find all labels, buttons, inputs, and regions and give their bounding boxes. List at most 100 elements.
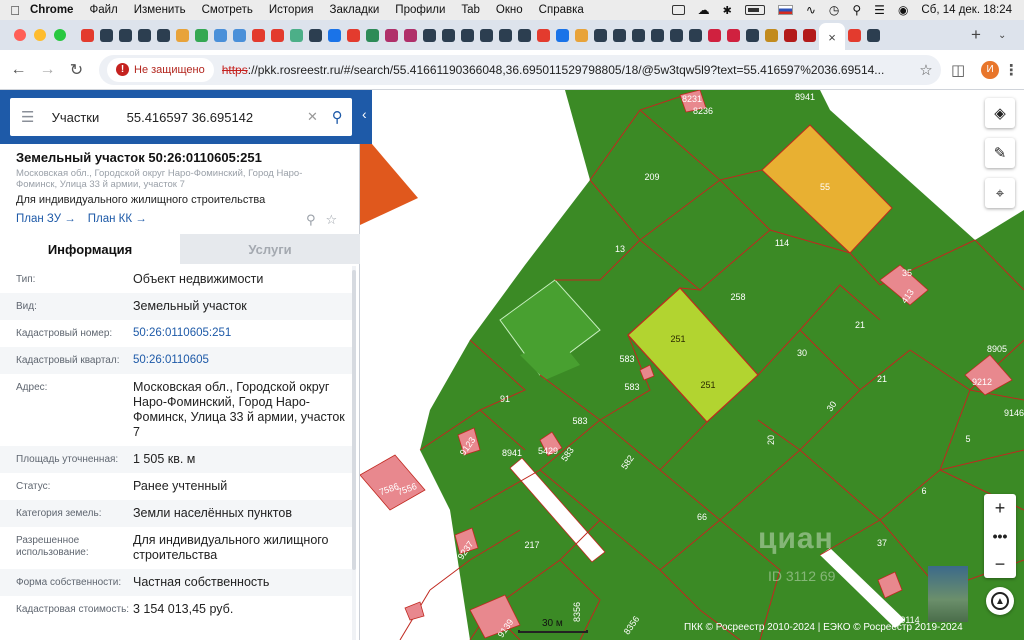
browser-tab[interactable]	[515, 22, 534, 48]
app-name-menu[interactable]: Chrome	[30, 4, 73, 16]
control-center-icon[interactable]: ☰	[874, 3, 885, 17]
close-tab-icon[interactable]: ×	[828, 30, 836, 45]
menu-history[interactable]: История	[269, 4, 314, 16]
browser-menu-icon[interactable]: ⋮	[999, 61, 1024, 79]
zoom-in-button[interactable]: +	[984, 494, 1016, 522]
browser-tab[interactable]	[382, 22, 401, 48]
menu-edit[interactable]: Изменить	[134, 4, 186, 16]
browser-tab[interactable]	[97, 22, 116, 48]
zoom-window-button[interactable]	[54, 29, 66, 41]
browser-tab[interactable]	[78, 22, 97, 48]
menu-view[interactable]: Смотреть	[202, 4, 253, 16]
close-window-button[interactable]	[14, 29, 26, 41]
browser-tab[interactable]	[287, 22, 306, 48]
browser-tab[interactable]	[686, 22, 705, 48]
forward-arrow-icon[interactable]: →	[33, 61, 62, 79]
browser-tab[interactable]	[610, 22, 629, 48]
browser-tab[interactable]	[743, 22, 762, 48]
tab-services[interactable]: Услуги	[180, 234, 360, 264]
layers-icon[interactable]: ◈	[985, 98, 1015, 128]
browser-tab[interactable]	[458, 22, 477, 48]
battery-icon[interactable]	[744, 5, 765, 15]
zoom-more-icon[interactable]: •••	[984, 522, 1016, 550]
ruler-icon[interactable]: ✎	[985, 138, 1015, 168]
bookmark-star-icon[interactable]: ☆	[919, 61, 932, 79]
browser-tab[interactable]	[306, 22, 325, 48]
browser-tab[interactable]	[401, 22, 420, 48]
browser-tab[interactable]	[135, 22, 154, 48]
extensions-puzzle-icon[interactable]: ◫	[941, 61, 976, 79]
browser-tab[interactable]	[864, 22, 883, 48]
plan-zu-link[interactable]: План ЗУ →	[16, 213, 76, 225]
bluetooth-icon[interactable]: ✱	[723, 4, 732, 17]
wifi-icon[interactable]: ∿	[806, 3, 816, 17]
geolocation-icon[interactable]: ⌖	[985, 178, 1015, 208]
collapse-panel-chevron-icon[interactable]: ‹	[362, 106, 367, 122]
browser-tab[interactable]	[553, 22, 572, 48]
browser-tab[interactable]	[845, 22, 864, 48]
panel-scroll-thumb[interactable]	[352, 270, 356, 570]
browser-tab[interactable]	[192, 22, 211, 48]
search-input[interactable]	[126, 109, 303, 125]
compass-icon[interactable]: ▲	[986, 587, 1014, 615]
browser-tab[interactable]	[420, 22, 439, 48]
search-type-select[interactable]: Участки	[46, 110, 127, 125]
menu-file[interactable]: Файл	[89, 4, 117, 16]
time-machine-icon[interactable]: ◷	[829, 3, 839, 17]
new-tab-button[interactable]: +	[964, 25, 988, 45]
browser-tab[interactable]	[724, 22, 743, 48]
browser-tab[interactable]	[477, 22, 496, 48]
menu-help[interactable]: Справка	[539, 4, 584, 16]
zoom-to-parcel-icon[interactable]: ⚲	[306, 212, 316, 228]
browser-tab[interactable]	[705, 22, 724, 48]
clear-search-icon[interactable]: ✕	[303, 109, 323, 125]
minimize-window-button[interactable]	[34, 29, 46, 41]
info-row-value[interactable]: 50:26:0110605:251	[133, 320, 352, 347]
tab-search-chevron-icon[interactable]: ⌄	[998, 30, 1016, 41]
menu-profiles[interactable]: Профили	[395, 4, 445, 16]
browser-tab[interactable]	[781, 22, 800, 48]
favorite-star-icon[interactable]: ☆	[326, 212, 338, 228]
reload-icon[interactable]: ↻	[62, 60, 91, 80]
search-spotlight-icon[interactable]: ⚲	[852, 3, 861, 17]
menu-tab[interactable]: Tab	[461, 4, 480, 16]
back-arrow-icon[interactable]: ←	[4, 61, 33, 79]
browser-tab[interactable]	[344, 22, 363, 48]
browser-tab[interactable]	[800, 22, 819, 48]
browser-tab[interactable]	[249, 22, 268, 48]
browser-tab[interactable]	[439, 22, 458, 48]
browser-tab[interactable]	[762, 22, 781, 48]
browser-tab[interactable]	[230, 22, 249, 48]
browser-tab[interactable]	[211, 22, 230, 48]
url-text[interactable]: https://pkk.rosreestr.ru/#/search/55.416…	[222, 63, 911, 77]
menu-hamburger-icon[interactable]: ☰	[10, 108, 46, 126]
tab-information[interactable]: Информация	[0, 234, 180, 264]
browser-tab[interactable]	[667, 22, 686, 48]
zoom-out-button[interactable]: −	[984, 550, 1016, 578]
browser-tab[interactable]	[534, 22, 553, 48]
browser-tab[interactable]	[116, 22, 135, 48]
browser-tab[interactable]	[496, 22, 515, 48]
browser-tab[interactable]	[648, 22, 667, 48]
browser-tab[interactable]	[268, 22, 287, 48]
browser-tab[interactable]	[572, 22, 591, 48]
menu-window[interactable]: Окно	[496, 4, 523, 16]
satellite-layer-thumbnail[interactable]	[928, 566, 968, 622]
plan-kk-link[interactable]: План КК →	[88, 213, 147, 225]
address-bar[interactable]: ! Не защищено https://pkk.rosreestr.ru/#…	[99, 54, 941, 85]
browser-tab[interactable]	[325, 22, 344, 48]
info-row-value[interactable]: 50:26:0110605	[133, 347, 352, 374]
siri-icon[interactable]: ◉	[898, 3, 908, 17]
security-indicator[interactable]: ! Не защищено	[107, 57, 214, 82]
profile-avatar[interactable]: И	[981, 60, 999, 79]
browser-tab[interactable]	[173, 22, 192, 48]
input-language-flag-icon[interactable]	[777, 5, 793, 15]
menubar-clock[interactable]: Сб, 14 дек. 18:24	[921, 4, 1012, 16]
browser-tab[interactable]	[629, 22, 648, 48]
search-icon[interactable]: ⚲	[322, 108, 352, 126]
browser-tab[interactable]	[591, 22, 610, 48]
apple-logo-icon[interactable]: 	[0, 3, 30, 18]
menu-bookmarks[interactable]: Закладки	[330, 4, 380, 16]
active-tab[interactable]: ×	[819, 23, 845, 50]
browser-tab[interactable]	[154, 22, 173, 48]
